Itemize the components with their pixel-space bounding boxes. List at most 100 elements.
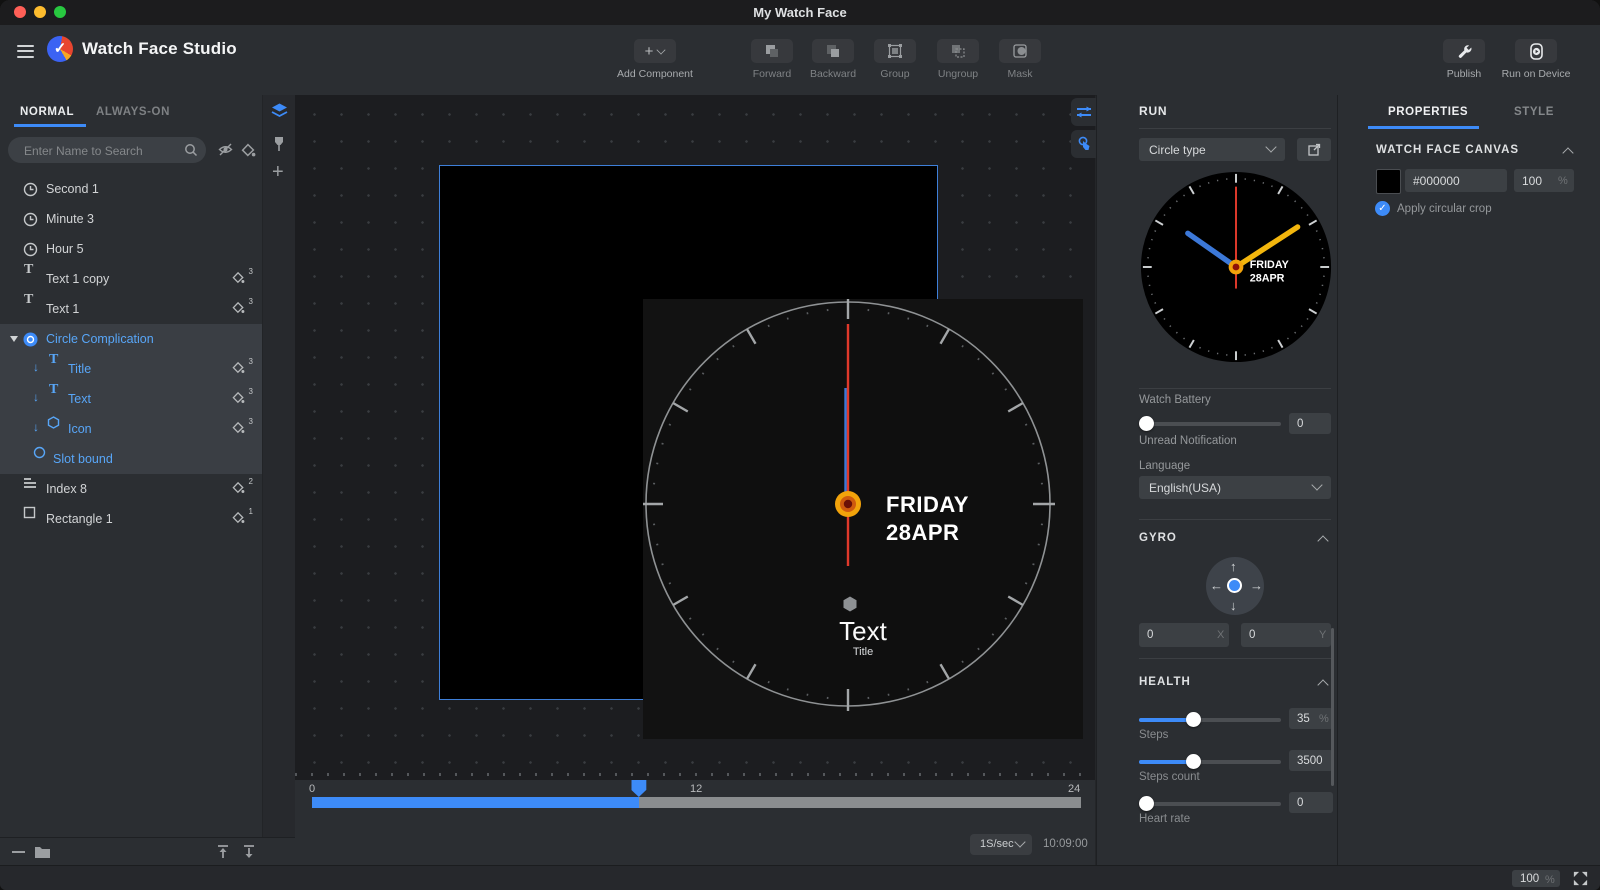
tab-normal[interactable]: NORMAL: [20, 106, 74, 118]
theme-palette-icon[interactable]: 3: [232, 391, 250, 407]
tab-always-on[interactable]: ALWAYS-ON: [96, 106, 170, 118]
remove-layer-minus-icon[interactable]: [12, 851, 25, 853]
bind-arrow-icon: ↓: [33, 361, 39, 373]
heart-rate-slider-knob[interactable]: [1139, 796, 1154, 811]
status-bar: %: [0, 865, 1600, 890]
fit-to-screen-icon[interactable]: [1572, 870, 1589, 887]
slot-hexagon-icon[interactable]: [841, 595, 859, 613]
collapse-health-icon[interactable]: [1317, 679, 1328, 690]
ungroup-icon: [950, 43, 966, 59]
run-controls-tab[interactable]: [1071, 98, 1096, 126]
design-canvas[interactable]: FRIDAY 28APR Text Title: [295, 95, 1095, 780]
heart-rate-value-input[interactable]: [1289, 792, 1333, 813]
theme-palette-icon[interactable]: 3: [232, 361, 250, 377]
tab-properties[interactable]: PROPERTIES: [1388, 106, 1468, 118]
timeline-playhead[interactable]: [631, 780, 646, 797]
touch-tab[interactable]: [1071, 130, 1096, 158]
steps-slider-knob[interactable]: [1186, 712, 1201, 727]
gyro-x-input[interactable]: [1139, 623, 1229, 647]
date-day-text[interactable]: FRIDAY: [886, 491, 969, 519]
gyro-joystick[interactable]: ↑ ↓ ← →: [1206, 557, 1264, 615]
theme-palette-icon[interactable]: 3: [232, 421, 250, 437]
steps-count-value-input[interactable]: [1289, 750, 1333, 771]
run-panel-scrollbar[interactable]: [1331, 628, 1334, 786]
gyro-joystick-dot[interactable]: [1227, 578, 1242, 593]
chevron-down-icon: [1311, 479, 1322, 490]
tab-style[interactable]: STYLE: [1514, 106, 1554, 118]
ungroup-button[interactable]: [937, 39, 979, 63]
circular-crop-checkbox[interactable]: ✓: [1375, 201, 1390, 216]
app-title: Watch Face Studio: [82, 39, 237, 59]
steps-count-slider-knob[interactable]: [1186, 754, 1201, 769]
layer-name: Minute 3: [46, 212, 94, 226]
steps-count-slider[interactable]: [1139, 755, 1281, 769]
selection-rect[interactable]: FRIDAY 28APR Text Title: [439, 165, 938, 700]
open-preview-button[interactable]: [1297, 138, 1331, 161]
mask-button[interactable]: [999, 39, 1041, 63]
steps-label: Steps: [1139, 729, 1168, 741]
layer-row-title[interactable]: ↓ T Title 3: [0, 354, 262, 384]
layer-row-icon[interactable]: ↓ Icon 3: [0, 414, 262, 444]
date-line2-text[interactable]: 28APR: [886, 519, 959, 547]
chevron-down-icon: [1265, 141, 1276, 152]
device-type-select[interactable]: Circle type: [1139, 138, 1285, 161]
mask-icon: [1012, 43, 1028, 59]
layer-row-minute[interactable]: Minute 3: [0, 204, 262, 234]
layer-row-text[interactable]: ↓ T Text 3: [0, 384, 262, 414]
theme-palette-icon[interactable]: 3: [232, 271, 250, 287]
theme-palette-icon[interactable]: 3: [232, 301, 250, 317]
language-select[interactable]: English(USA): [1139, 476, 1331, 499]
steps-slider[interactable]: [1139, 713, 1281, 727]
layer-row-slot-bound[interactable]: Slot bound: [0, 444, 262, 474]
menu-hamburger-icon[interactable]: [17, 41, 34, 61]
theme-palette-all-icon[interactable]: [241, 143, 256, 157]
layer-row-index[interactable]: Index 8 2: [0, 474, 262, 504]
watch-face-area[interactable]: FRIDAY 28APR Text Title: [643, 299, 1083, 739]
layer-row-text1copy[interactable]: T Text 1 copy 3: [0, 264, 262, 294]
layer-row-hour[interactable]: Hour 5: [0, 234, 262, 264]
search-icon[interactable]: [184, 143, 198, 157]
publish-button[interactable]: [1443, 39, 1485, 63]
hide-all-eye-icon[interactable]: [218, 143, 233, 156]
expander-triangle-icon[interactable]: [10, 336, 18, 342]
canvas-color-hex-input[interactable]: [1405, 169, 1507, 192]
layer-row-rectangle[interactable]: Rectangle 1 1: [0, 504, 262, 534]
battery-slider[interactable]: [1139, 417, 1281, 431]
timeline-track[interactable]: [312, 797, 1081, 808]
playback-speed-select[interactable]: 1S/sec: [970, 834, 1032, 855]
text-type-icon: T: [49, 382, 58, 398]
slot-title[interactable]: Title: [643, 646, 1083, 658]
export-icon[interactable]: [242, 844, 256, 859]
theme-palette-icon[interactable]: 2: [232, 481, 250, 497]
run-panel-title: RUN: [1139, 104, 1167, 118]
sliders-icon: [1076, 105, 1092, 119]
steps-count-label: Steps count: [1139, 771, 1200, 783]
opacity-percent: %: [1558, 175, 1568, 187]
backward-button[interactable]: [812, 39, 854, 63]
group-button[interactable]: [874, 39, 916, 63]
language-label: Language: [1139, 460, 1190, 472]
layer-row-circle-complication[interactable]: Circle Complication: [0, 324, 262, 354]
layer-row-text1[interactable]: T Text 1 3: [0, 294, 262, 324]
canvas-color-swatch[interactable]: [1376, 169, 1401, 194]
layer-row-second[interactable]: Second 1: [0, 174, 262, 204]
import-icon[interactable]: [216, 844, 230, 859]
collapse-gyro-icon[interactable]: [1317, 535, 1328, 546]
search-input[interactable]: [22, 138, 176, 164]
forward-button[interactable]: [751, 39, 793, 63]
theme-palette-icon[interactable]: 1: [232, 511, 250, 527]
add-guide-plus-icon[interactable]: +: [272, 161, 284, 184]
slot-text[interactable]: Text: [643, 616, 1083, 647]
heart-rate-slider[interactable]: [1139, 797, 1281, 811]
gyro-y-input[interactable]: [1241, 623, 1331, 647]
pin-icon[interactable]: [273, 136, 285, 152]
folder-icon[interactable]: [34, 845, 51, 859]
clock-icon: [23, 212, 38, 227]
battery-value-input[interactable]: [1289, 413, 1331, 434]
run-on-device-button[interactable]: [1515, 39, 1557, 63]
battery-slider-knob[interactable]: [1139, 416, 1154, 431]
arrow-left-icon: ←: [1210, 579, 1223, 592]
add-component-button[interactable]: +: [634, 39, 676, 63]
layers-icon[interactable]: [271, 103, 288, 118]
collapse-canvas-section-icon[interactable]: [1562, 147, 1573, 158]
